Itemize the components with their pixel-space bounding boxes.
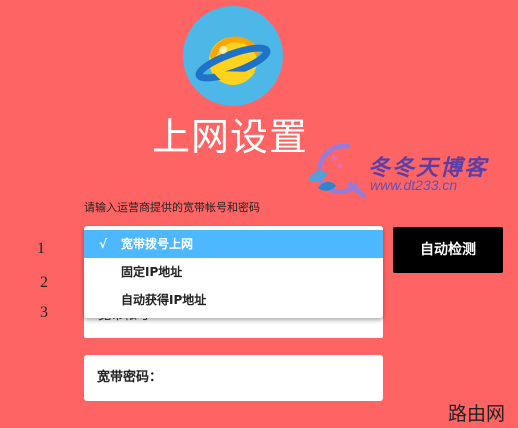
account-hint: 请输入运营商提供的宽带帐号和密码 — [84, 201, 260, 214]
check-icon: √ — [99, 237, 108, 251]
row-number-2: 2 — [40, 274, 48, 291]
page-title: 上网设置 — [152, 115, 309, 159]
row-number-3: 3 — [40, 304, 48, 321]
option-dhcp[interactable]: 自动获得IP地址 — [84, 286, 383, 314]
auto-detect-button[interactable]: 自动检测 — [393, 227, 503, 273]
password-field[interactable]: 宽带密码： — [84, 355, 383, 401]
option-pppoe[interactable]: √ 宽带拨号上网 — [84, 230, 383, 258]
option-label: 自动获得IP地址 — [121, 293, 207, 307]
planet-logo-icon — [183, 6, 283, 106]
option-label: 固定IP地址 — [121, 265, 183, 279]
password-label: 宽带密码： — [97, 370, 163, 385]
connection-type-dropdown[interactable]: √ 宽带拨号上网 固定IP地址 自动获得IP地址 — [84, 226, 383, 318]
row-number-1: 1 — [37, 240, 45, 257]
watermark-url: www.dt233.cn — [370, 177, 458, 193]
corner-watermark: 路由网 — [448, 403, 506, 425]
option-label: 宽带拨号上网 — [121, 237, 194, 251]
option-static-ip[interactable]: 固定IP地址 — [84, 258, 383, 286]
